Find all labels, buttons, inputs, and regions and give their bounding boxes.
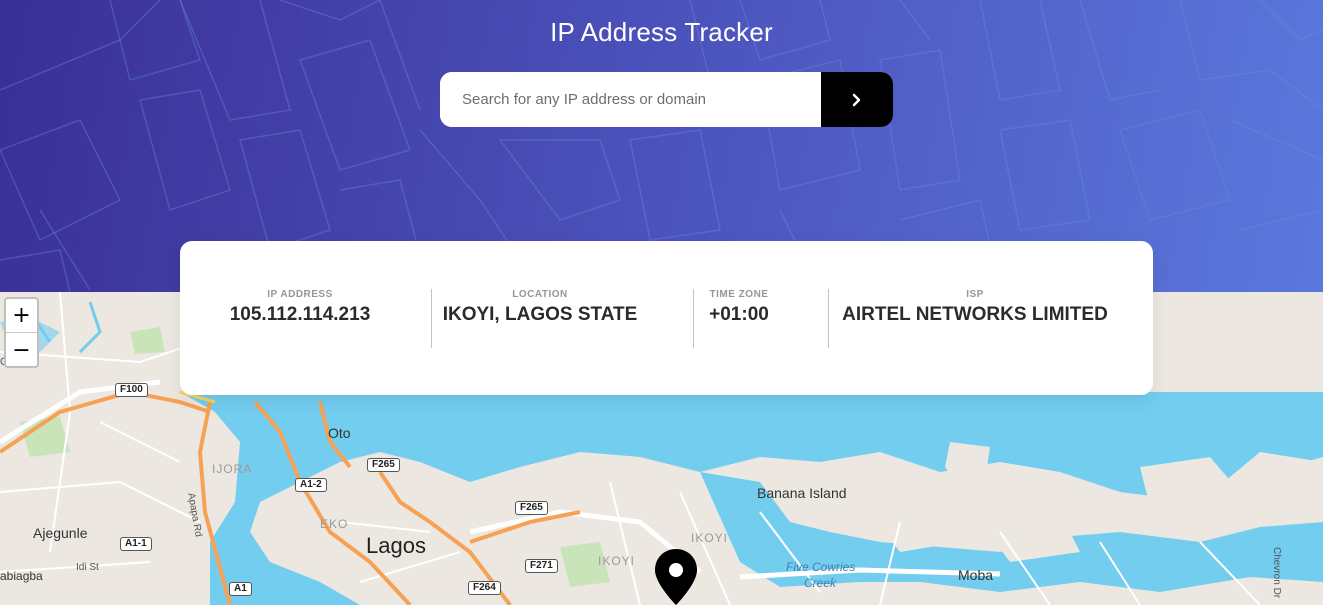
isp-value: AIRTEL NETWORKS LIMITED	[842, 304, 1108, 325]
location-pin-icon[interactable]	[654, 549, 698, 605]
zoom-out-button[interactable]: −	[6, 333, 37, 366]
search-form	[440, 72, 893, 127]
info-ip-address: IP ADDRESS 105.112.114.213	[224, 289, 376, 326]
map-label-moba: Moba	[958, 567, 994, 583]
map-label-idi-st: Idi St	[76, 562, 99, 573]
location-value: IKOYI, LAGOS STATE	[442, 304, 638, 325]
map-label-banana-island: Banana Island	[757, 485, 847, 501]
isp-label: ISP	[966, 289, 984, 300]
road-shield-f100: F100	[115, 383, 148, 397]
road-shield-a1: A1	[229, 582, 252, 596]
map-label-chevron-dr: Chevron Dr	[1271, 547, 1282, 599]
road-shield-f264: F264	[468, 581, 501, 595]
road-shield-a1-2: A1-2	[295, 478, 327, 492]
road-shield-f265-b: F265	[515, 501, 548, 515]
timezone-label: TIME ZONE	[709, 289, 769, 300]
ip-address-value: 105.112.114.213	[229, 304, 371, 325]
road-shield-f271: F271	[525, 559, 558, 573]
search-input[interactable]	[440, 72, 821, 127]
info-divider	[693, 289, 694, 348]
page-title: IP Address Tracker	[550, 17, 773, 47]
map-label-abiagba: abiagba	[0, 569, 43, 583]
info-timezone: TIME ZONE +01:00	[702, 289, 776, 326]
map-zoom-control: + −	[4, 297, 39, 368]
timezone-value: +01:00	[709, 304, 769, 325]
map-district-ijora: IJORA	[212, 462, 253, 476]
road-shield-a1-1: A1-1	[120, 537, 152, 551]
map-water-label-2: Creek	[804, 576, 837, 590]
info-divider	[431, 289, 432, 348]
chevron-right-icon	[852, 93, 861, 106]
map-district-ikoyi: IKOYI	[691, 531, 729, 545]
ip-info-card: IP ADDRESS 105.112.114.213 LOCATION IKOY…	[180, 241, 1153, 395]
search-submit-button[interactable]	[821, 72, 893, 127]
map-label-oto: Oto	[328, 425, 351, 441]
ip-address-label: IP ADDRESS	[267, 289, 333, 300]
info-divider	[828, 289, 829, 348]
map-water-label-1: Five Cowries	[786, 560, 856, 574]
map-district-eko: EKO	[320, 517, 349, 531]
info-location: LOCATION IKOYI, LAGOS STATE	[442, 289, 638, 326]
zoom-in-button[interactable]: +	[6, 299, 37, 333]
map-label-ajegunle: Ajegunle	[33, 525, 88, 541]
location-label: LOCATION	[512, 289, 568, 300]
info-isp: ISP AIRTEL NETWORKS LIMITED	[840, 289, 1110, 326]
map-district-ikoyi-2: IKOYI	[598, 554, 636, 568]
map-label-lagos: Lagos	[366, 533, 426, 558]
road-shield-f265: F265	[367, 458, 400, 472]
